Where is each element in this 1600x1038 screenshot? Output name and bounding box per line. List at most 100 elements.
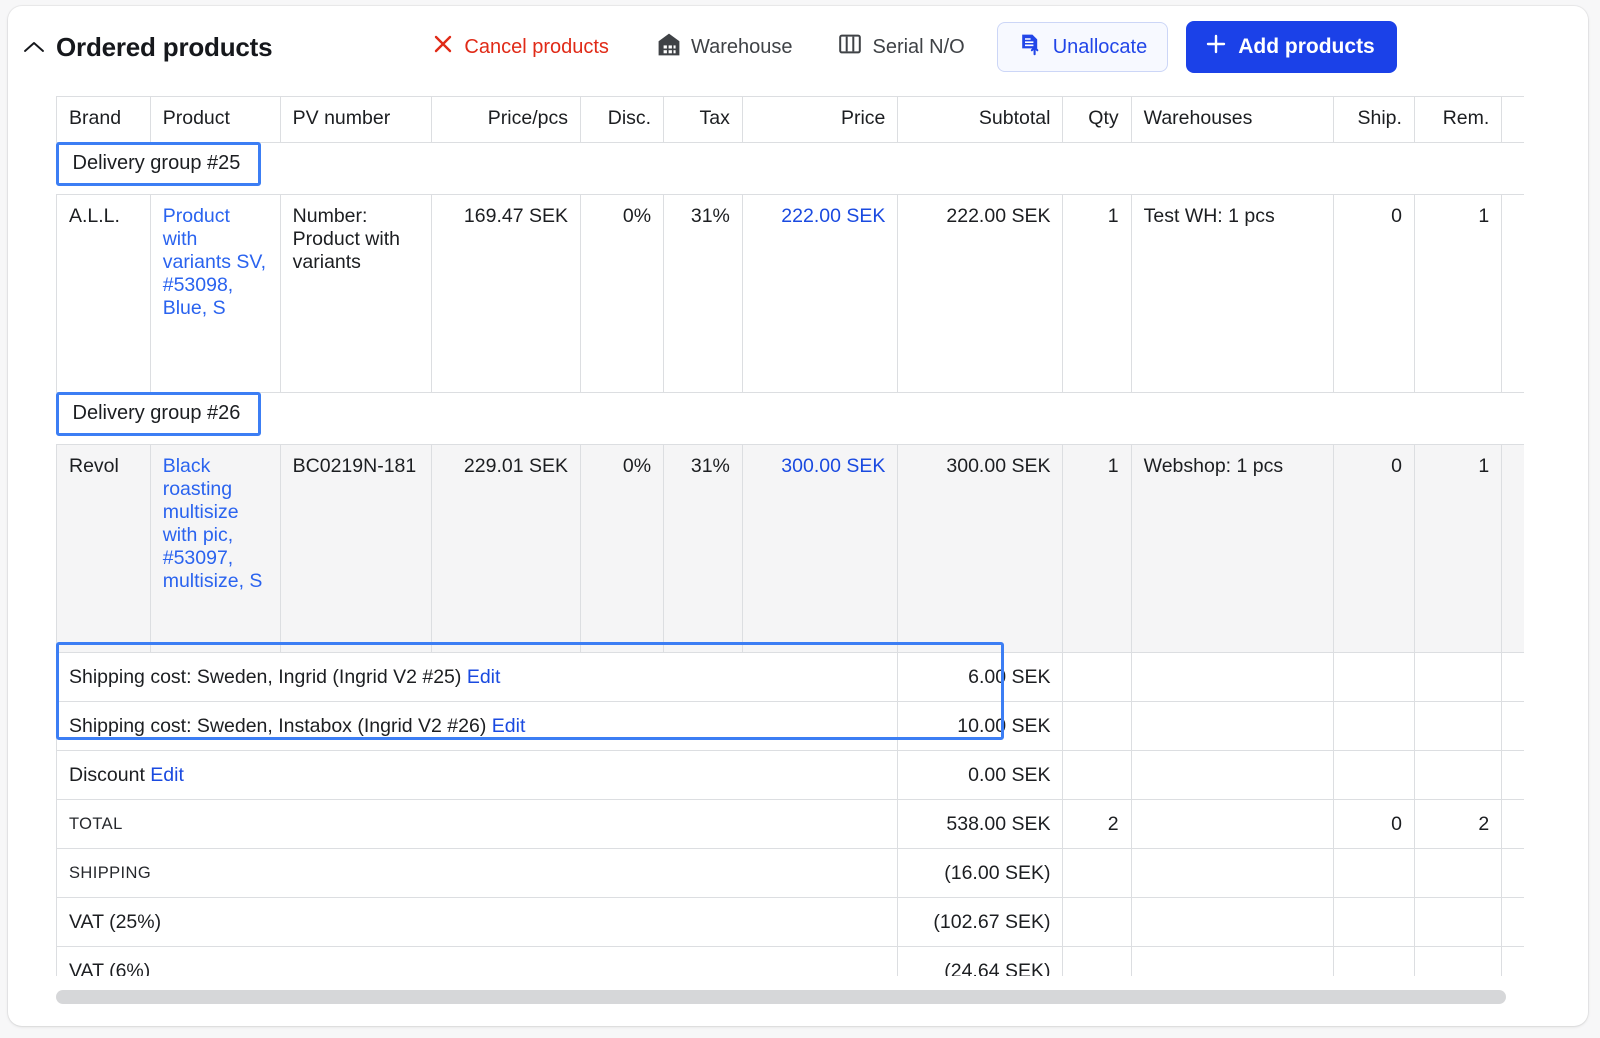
summary-qty — [1062, 701, 1132, 751]
delivery-group-label[interactable]: Delivery group #26 — [56, 392, 262, 436]
cell-qty: 1 — [1062, 194, 1132, 393]
summary-row-vat-25: VAT (25%) (102.67 SEK) — [56, 897, 1524, 947]
cancel-products-button[interactable]: Cancel products — [432, 33, 609, 61]
cell-warehouses: Webshop: 1 pcs — [1130, 444, 1335, 653]
col-subtotal[interactable]: Subtotal — [897, 96, 1064, 143]
summary-warehouses — [1130, 701, 1335, 751]
summary-label: SHIPPING — [56, 848, 899, 898]
horizontal-scrollbar[interactable] — [56, 990, 1524, 1004]
summary-label: TOTAL — [56, 799, 899, 849]
price-link[interactable]: 222.00 SEK — [781, 205, 885, 227]
summary-qty — [1062, 750, 1132, 800]
warehouse-button[interactable]: Warehouse — [657, 32, 792, 63]
delivery-group-cell: Delivery group #26 — [56, 392, 1524, 445]
summary-ship — [1333, 750, 1415, 800]
col-disc[interactable]: Disc. — [579, 96, 665, 143]
col-ret[interactable]: Ret. — [1501, 96, 1524, 143]
price-link[interactable]: 300.00 SEK — [781, 455, 885, 477]
edit-link[interactable]: Edit — [150, 764, 184, 786]
add-products-label: Add products — [1238, 35, 1375, 58]
summary-ship — [1333, 897, 1415, 947]
summary-ship — [1333, 848, 1415, 898]
col-qty[interactable]: Qty — [1062, 96, 1132, 143]
cell-price[interactable]: 300.00 SEK — [741, 444, 899, 653]
delivery-group-label[interactable]: Delivery group #25 — [56, 142, 262, 186]
summary-warehouses — [1130, 897, 1335, 947]
col-warehouses[interactable]: Warehouses — [1130, 96, 1335, 143]
cell-product[interactable]: Product with variants SV, #53098, Blue, … — [149, 194, 281, 393]
summary-row-shipping-cost-26: Shipping cost: Sweden, Instabox (Ingrid … — [56, 701, 1524, 751]
edit-link[interactable]: Edit — [492, 715, 526, 737]
summary-label-cell: Discount Edit — [56, 750, 899, 800]
products-table-scroll-area[interactable]: Brand Product PV number Price/pcs Disc. … — [56, 96, 1524, 976]
summary-qty — [1062, 897, 1132, 947]
summary-ret — [1501, 750, 1524, 800]
product-link[interactable]: Black roasting multisize with pic, #5309… — [163, 455, 263, 592]
summary-row-shipping-cost-25: Shipping cost: Sweden, Ingrid (Ingrid V2… — [56, 652, 1524, 702]
summary-qty — [1062, 946, 1132, 976]
table-row[interactable]: Revol Black roasting multisize with pic,… — [56, 444, 1524, 653]
summary-label: Discount — [69, 763, 145, 786]
summary-warehouses — [1130, 946, 1335, 976]
cell-pv-number: Number: Product with variants — [279, 194, 432, 393]
col-pv-number[interactable]: PV number — [279, 96, 432, 143]
product-link[interactable]: Product with variants SV, #53098, Blue, … — [163, 205, 266, 319]
unallocate-button[interactable]: Unallocate — [996, 22, 1169, 72]
summary-amount: 10.00 SEK — [897, 701, 1064, 751]
edit-link[interactable]: Edit — [467, 666, 501, 688]
table-row[interactable]: A.L.L. Product with variants SV, #53098,… — [56, 194, 1524, 393]
summary-rem — [1413, 897, 1503, 947]
delivery-group-cell: Delivery group #25 — [56, 142, 1524, 195]
summary-row-discount: Discount Edit 0.00 SEK — [56, 750, 1524, 800]
cell-subtotal: 300.00 SEK — [897, 444, 1064, 653]
col-tax[interactable]: Tax — [663, 96, 743, 143]
summary-qty — [1062, 848, 1132, 898]
plus-icon — [1204, 32, 1228, 62]
cell-ret: 0 — [1501, 444, 1524, 653]
col-ship[interactable]: Ship. — [1333, 96, 1415, 143]
col-price[interactable]: Price — [741, 96, 899, 143]
document-up-arrow-icon — [1018, 32, 1042, 62]
summary-ship — [1333, 652, 1415, 702]
summary-rem — [1413, 750, 1503, 800]
col-rem[interactable]: Rem. — [1413, 96, 1503, 143]
summary-rem: 2 — [1413, 799, 1503, 849]
summary-qty — [1062, 652, 1132, 702]
col-price-pcs[interactable]: Price/pcs — [430, 96, 582, 143]
page-title: Ordered products — [56, 31, 273, 62]
summary-ret — [1501, 946, 1524, 976]
summary-rem — [1413, 848, 1503, 898]
table-header-row: Brand Product PV number Price/pcs Disc. … — [56, 96, 1524, 143]
summary-amount: (102.67 SEK) — [897, 897, 1064, 947]
summary-rem — [1413, 701, 1503, 751]
add-products-button[interactable]: Add products — [1186, 21, 1397, 73]
cell-rem: 1 — [1413, 444, 1503, 653]
summary-amount: (24.64 SEK) — [897, 946, 1064, 976]
summary-rem — [1413, 946, 1503, 976]
scrollbar-thumb[interactable] — [56, 990, 1506, 1004]
cell-pv-number: BC0219N-181 — [279, 444, 432, 653]
summary-ret — [1501, 848, 1524, 898]
delivery-group-row: Delivery group #26 — [56, 392, 1524, 445]
summary-amount: 6.00 SEK — [897, 652, 1064, 702]
summary-warehouses — [1130, 799, 1335, 849]
panel-header: Ordered products Cancel products Warehou… — [8, 6, 1588, 88]
cell-rem: 1 — [1413, 194, 1503, 393]
cell-disc: 0% — [579, 444, 665, 653]
summary-warehouses — [1130, 750, 1335, 800]
cell-price-pcs: 169.47 SEK — [430, 194, 582, 393]
close-x-icon — [432, 33, 454, 61]
summary-amount: 0.00 SEK — [897, 750, 1064, 800]
summary-ret: 0 — [1501, 799, 1524, 849]
warehouse-building-icon — [657, 32, 681, 63]
chevron-up-icon[interactable] — [22, 35, 46, 59]
cell-brand: Revol — [56, 444, 151, 653]
col-product[interactable]: Product — [149, 96, 281, 143]
col-brand[interactable]: Brand — [56, 96, 151, 143]
cell-price[interactable]: 222.00 SEK — [741, 194, 899, 393]
serial-no-button[interactable]: Serial N/O — [838, 32, 965, 62]
cell-ship: 0 — [1333, 444, 1415, 653]
cell-subtotal: 222.00 SEK — [897, 194, 1064, 393]
summary-ship — [1333, 946, 1415, 976]
cell-product[interactable]: Black roasting multisize with pic, #5309… — [149, 444, 281, 653]
